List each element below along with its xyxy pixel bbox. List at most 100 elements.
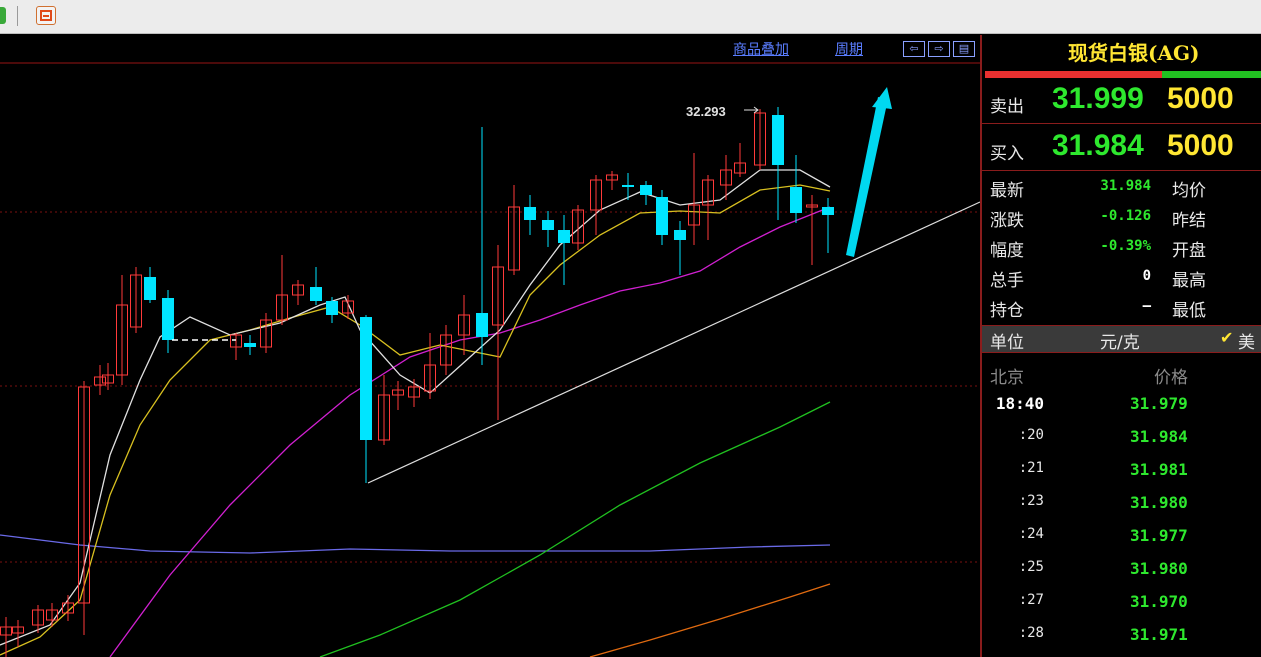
tick-price: 31.981 — [1130, 460, 1188, 479]
tick-price: 31.980 — [1130, 493, 1188, 512]
toolbar-separator — [17, 6, 18, 26]
ma-white-line — [0, 169, 831, 646]
tick-time: :28 — [1018, 625, 1044, 641]
tick-row: :20 31.984 — [982, 423, 1261, 456]
buy-volume: 5000 — [1167, 129, 1234, 162]
candle-body — [360, 317, 372, 440]
chart-canvas[interactable]: 32.293 — [0, 35, 980, 657]
candle-body — [310, 287, 322, 301]
green-app-icon[interactable] — [0, 7, 6, 24]
ma-green-line — [319, 401, 831, 657]
stat-right-label: 昨结 — [1172, 211, 1206, 231]
tick-price: 31.971 — [1130, 625, 1188, 644]
arrow-left-box-icon[interactable]: ⇦ — [903, 41, 925, 57]
ma-orange-line — [589, 583, 831, 657]
tick-time: :23 — [1018, 493, 1044, 509]
candle-body — [656, 197, 668, 235]
candle-body — [790, 187, 802, 213]
candle-body — [772, 115, 784, 165]
candle-body — [476, 313, 488, 337]
top-toolbar — [0, 0, 1261, 34]
stat-row: 涨跌 -0.126 昨结 — [982, 203, 1261, 233]
ma-magenta-line — [109, 206, 831, 657]
tick-time: :21 — [1018, 460, 1044, 476]
arrow-right-box-icon[interactable]: ⇨ — [928, 41, 950, 57]
chart-header-links: 商品叠加 周期 ⇦ ⇨ ▤ — [0, 37, 980, 59]
tick-row: :23 31.980 — [982, 489, 1261, 522]
ticks-header: 北京 价格 — [982, 359, 1261, 388]
stat-row: 总手 0 最高 — [982, 263, 1261, 293]
stat-label: 幅度 — [990, 241, 1024, 261]
tick-price: 31.980 — [1130, 559, 1188, 578]
tick-row: :25 31.980 — [982, 555, 1261, 588]
candle-body — [524, 207, 536, 220]
stat-label: 总手 — [990, 271, 1024, 291]
tick-time: :27 — [1018, 592, 1044, 608]
sell-strength-bar — [985, 71, 1162, 78]
stat-row: 持仓 — 最低 — [982, 293, 1261, 323]
tick-price: 31.977 — [1130, 526, 1188, 545]
stat-right-label: 最高 — [1172, 271, 1206, 291]
candle-body — [674, 230, 686, 240]
tick-time: :20 — [1018, 427, 1044, 443]
quote-panel: 现货白银(AG) 卖出 31.999 5000 买入 31.984 5000 最… — [980, 35, 1261, 657]
stat-right-label: 最低 — [1172, 301, 1206, 321]
buy-quote-row: 买入 31.984 5000 — [982, 127, 1261, 171]
candle-body — [558, 230, 570, 243]
ticks-city-label: 北京 — [990, 368, 1024, 388]
tick-price: 31.970 — [1130, 592, 1188, 611]
stat-value: -0.39% — [1100, 238, 1151, 254]
stat-value: 0 — [1142, 268, 1151, 284]
sell-label: 卖出 — [990, 97, 1024, 117]
trend-line — [367, 201, 980, 484]
tick-row: 18:40 31.979 — [982, 390, 1261, 423]
tick-time: :25 — [1018, 559, 1044, 575]
stat-right-label: 均价 — [1172, 181, 1206, 201]
instrument-title: 现货白银(AG) — [1068, 41, 1200, 65]
stat-label: 持仓 — [990, 301, 1024, 321]
candle-body — [244, 343, 256, 347]
candle-body — [326, 301, 338, 315]
stat-right-label: 开盘 — [1172, 241, 1206, 261]
buy-label: 买入 — [990, 144, 1024, 164]
stat-value: -0.126 — [1100, 208, 1151, 224]
stat-row: 最新 31.984 均价 — [982, 173, 1261, 203]
candle-body — [822, 207, 834, 215]
stat-label: 涨跌 — [990, 211, 1024, 231]
sell-quote-row: 卖出 31.999 5000 — [982, 80, 1261, 124]
candle-body — [162, 298, 174, 340]
tick-row: :24 31.977 — [982, 522, 1261, 555]
tick-price: 31.984 — [1130, 427, 1188, 446]
stat-label: 最新 — [990, 181, 1024, 201]
candle-body — [640, 185, 652, 195]
candle-body — [542, 220, 554, 230]
checkmark-icon[interactable]: ✔ — [1220, 328, 1233, 347]
ticks-price-label: 价格 — [1154, 368, 1188, 388]
tick-row: :21 31.981 — [982, 456, 1261, 489]
tick-time: :24 — [1018, 526, 1044, 542]
buy-strength-bar — [1162, 71, 1261, 78]
high-price-label: 32.293 — [686, 104, 726, 119]
stats-table: 最新 31.984 均价 涨跌 -0.126 昨结 幅度 -0.39% 开盘 总… — [982, 173, 1261, 323]
split-view-icon[interactable]: ▤ — [953, 41, 975, 57]
ma-blue-line — [0, 534, 831, 554]
unit-row: 单位 元/克 ✔ 美 — [982, 325, 1261, 353]
buy-price: 31.984 — [1052, 129, 1144, 162]
stat-value: — — [1142, 298, 1151, 314]
stat-row: 幅度 -0.39% 开盘 — [982, 233, 1261, 263]
stat-value: 31.984 — [1100, 178, 1151, 194]
candle-body — [144, 277, 156, 300]
period-link[interactable]: 周期 — [835, 39, 863, 59]
cyan-arrow-head — [872, 87, 892, 109]
tick-time: 18:40 — [995, 394, 1044, 413]
unit-value: 元/克 — [1100, 333, 1140, 353]
tick-row: :27 31.970 — [982, 588, 1261, 621]
currency-toggle-label[interactable]: 美 — [1238, 328, 1255, 353]
sell-volume: 5000 — [1167, 82, 1234, 115]
tick-price: 31.979 — [1130, 394, 1188, 413]
overlay-commodity-link[interactable]: 商品叠加 — [733, 39, 789, 59]
unit-label: 单位 — [990, 333, 1024, 353]
grid-window-icon[interactable] — [36, 6, 56, 25]
sell-price: 31.999 — [1052, 82, 1144, 115]
candlestick-chart[interactable]: 32.293 商品叠加 周期 ⇦ ⇨ ▤ — [0, 35, 980, 657]
